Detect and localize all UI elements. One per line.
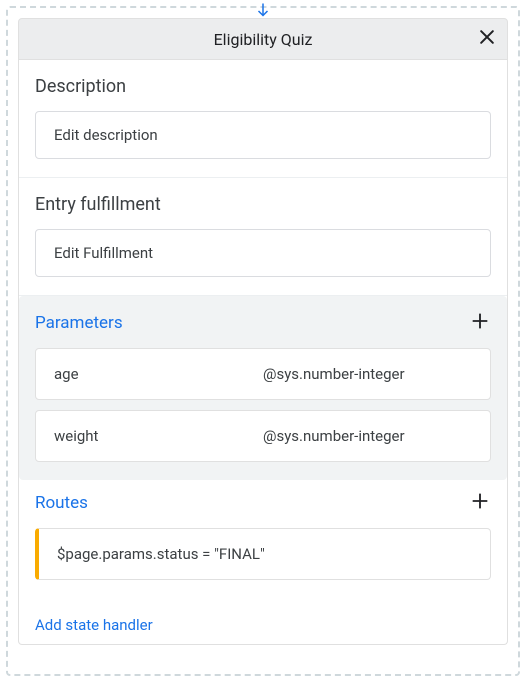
- route-condition: $page.params.status = "FINAL": [57, 545, 265, 563]
- parameters-title[interactable]: Parameters: [35, 313, 123, 333]
- parameter-type: @sys.number-integer: [263, 427, 472, 445]
- close-icon: [477, 27, 497, 47]
- parameters-header: Parameters: [19, 296, 507, 348]
- routes-title[interactable]: Routes: [35, 493, 88, 513]
- entry-fulfillment-section: Entry fulfillment Edit Fulfillment: [19, 178, 507, 296]
- plus-icon: [469, 490, 491, 512]
- panel-title: Eligibility Quiz: [214, 30, 313, 49]
- routes-header: Routes: [35, 490, 491, 516]
- parameters-section: Parameters age @sys.number-integer weigh…: [19, 296, 507, 480]
- edit-description-button[interactable]: Edit description: [35, 111, 491, 159]
- plus-icon: [469, 310, 491, 332]
- parameter-row[interactable]: weight @sys.number-integer: [35, 410, 491, 462]
- add-route-button[interactable]: [469, 490, 491, 516]
- parameters-list: age @sys.number-integer weight @sys.numb…: [19, 348, 507, 480]
- parameter-name: weight: [54, 427, 263, 445]
- parameter-row[interactable]: age @sys.number-integer: [35, 348, 491, 400]
- parameter-name: age: [54, 365, 263, 383]
- close-button[interactable]: [477, 27, 497, 51]
- panel-header: Eligibility Quiz: [18, 18, 508, 60]
- parameter-type: @sys.number-integer: [263, 365, 472, 383]
- add-parameter-button[interactable]: [469, 310, 491, 336]
- arrow-down-icon: [254, 2, 272, 24]
- panel-content: Description Edit description Entry fulfi…: [18, 60, 508, 645]
- description-label: Description: [35, 76, 491, 97]
- routes-section: Routes $page.params.status = "FINAL": [19, 480, 507, 598]
- route-row[interactable]: $page.params.status = "FINAL": [35, 528, 491, 580]
- edit-fulfillment-button[interactable]: Edit Fulfillment: [35, 229, 491, 277]
- page-panel: Eligibility Quiz Description Edit descri…: [6, 6, 520, 676]
- entry-fulfillment-label: Entry fulfillment: [35, 194, 491, 215]
- description-section: Description Edit description: [19, 60, 507, 178]
- add-state-handler-button[interactable]: Add state handler: [19, 598, 507, 644]
